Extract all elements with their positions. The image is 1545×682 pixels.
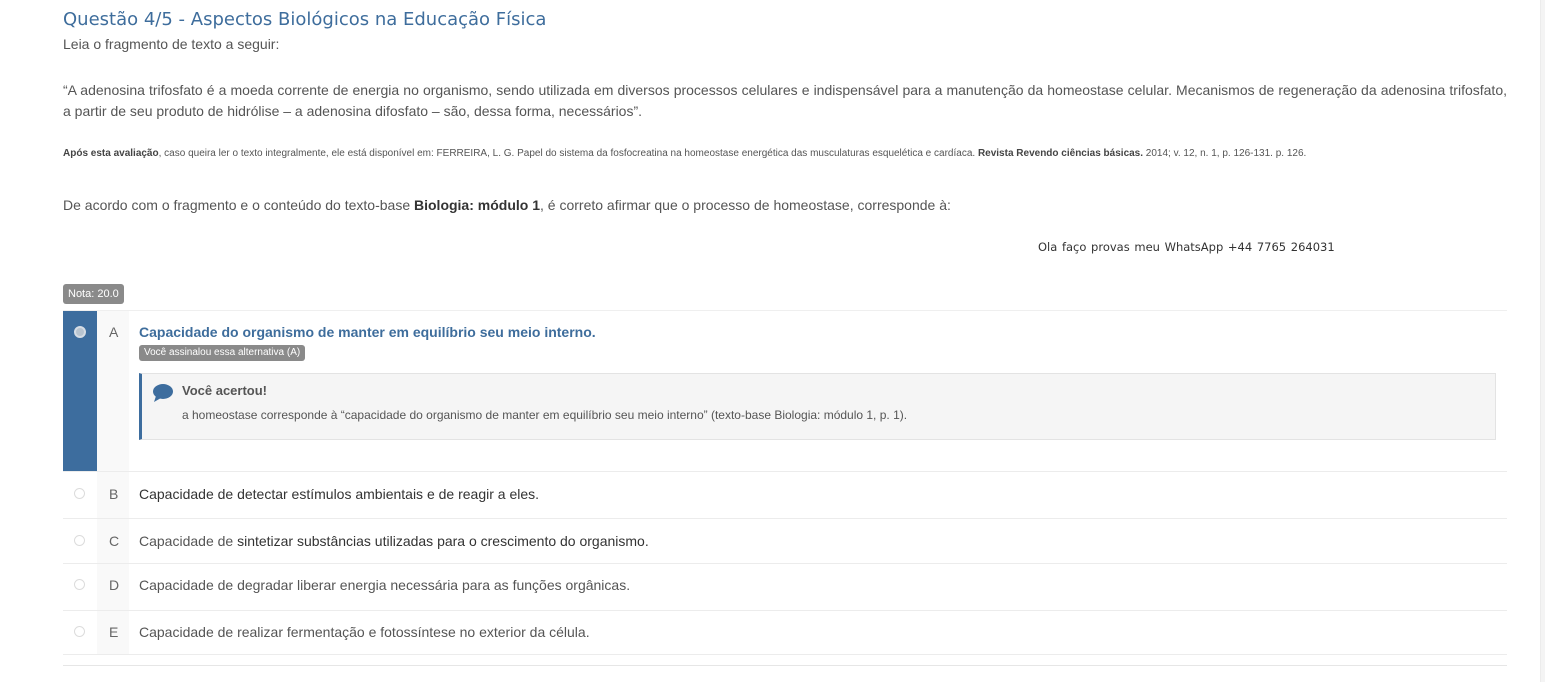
question-title: Questão 4/5 - Aspectos Biológicos na Edu… [63, 9, 547, 30]
alternative-e-text[interactable]: Capacidade de realizar fermentação e fot… [139, 624, 590, 640]
alternative-e[interactable]: E Capacidade de realizar fermentação e f… [63, 611, 1507, 654]
alternative-d-text[interactable]: Capacidade de degradar liberar energia n… [139, 577, 630, 593]
alternative-a[interactable]: A Capacidade do organismo de manter em e… [63, 311, 1507, 472]
alternative-c-content: Capacidade de sintetizar substâncias uti… [129, 519, 1507, 563]
alternative-c-text-a: Capacidade de [139, 533, 238, 549]
alternative-e-letter: E [109, 624, 119, 640]
radio-b[interactable] [74, 488, 85, 499]
alternatives-list: A Capacidade do organismo de manter em e… [63, 310, 1507, 655]
alternative-b-letter: B [109, 486, 119, 502]
alternative-a-content: Capacidade do organismo de manter em equ… [129, 311, 1507, 471]
alternative-c[interactable]: C Capacidade de sintetizar substâncias u… [63, 519, 1507, 564]
alternative-d-marker [63, 564, 97, 610]
alternative-a-marker [63, 311, 97, 471]
feedback-text: a homeostase corresponde à “capacidade d… [182, 408, 908, 422]
prompt-bold: Biologia: módulo 1 [414, 197, 540, 213]
alternative-c-text[interactable]: Capacidade de sintetizar substâncias uti… [139, 533, 649, 549]
alternative-c-letter-cell: C [97, 519, 129, 563]
alternative-c-letter: C [109, 533, 120, 549]
citation-text: , caso queira ler o texto integralmente,… [158, 148, 978, 159]
citation-source: Revista Revendo ciências básicas. [977, 148, 1144, 159]
alternative-d-letter-cell: D [97, 564, 129, 610]
alternative-d-content: Capacidade de degradar liberar energia n… [129, 564, 1507, 610]
divider [63, 665, 1507, 666]
radio-e[interactable] [74, 626, 85, 637]
radio-a[interactable] [74, 326, 86, 338]
alternative-b-text[interactable]: Capacidade de detectar estímulos ambient… [139, 486, 539, 502]
alternative-c-marker [63, 519, 97, 563]
promo-text: Ola faço provas meu WhatsApp +44 7765 26… [1038, 240, 1335, 254]
alternative-b-marker [63, 472, 97, 518]
alternative-d-letter: D [109, 577, 120, 593]
radio-c[interactable] [74, 535, 85, 546]
alternative-e-content: Capacidade de realizar fermentação e fot… [129, 611, 1507, 654]
prompt-after: , é correto afirmar que o processo de ho… [540, 197, 951, 213]
speech-bubble-icon [153, 384, 173, 402]
alternative-e-marker [63, 611, 97, 654]
question-quote: “A adenosina trifosfato é a moeda corren… [63, 82, 1507, 119]
alternative-a-text[interactable]: Capacidade do organismo de manter em equ… [139, 324, 596, 340]
citation-tail: 2014; v. 12, n. 1, p. 126-131. p. 126. [1143, 148, 1307, 159]
alternative-e-letter-cell: E [97, 611, 129, 654]
scrollbar-track[interactable] [1540, 0, 1545, 682]
alternative-d[interactable]: D Capacidade de degradar liberar energia… [63, 564, 1507, 611]
alternative-a-letter-cell: A [97, 311, 129, 471]
alternative-b-content: Capacidade de detectar estímulos ambient… [129, 472, 1507, 518]
prompt-before: De acordo com o fragmento e o conteúdo d… [63, 197, 414, 213]
feedback-title: Você acertou! [182, 383, 268, 398]
citation-lead: Após esta avaliação [63, 148, 159, 159]
alternative-b[interactable]: B Capacidade de detectar estímulos ambie… [63, 472, 1507, 519]
marked-badge: Você assinalou essa alternativa (A) [139, 345, 306, 361]
radio-d[interactable] [74, 579, 85, 590]
alternative-b-letter-cell: B [97, 472, 129, 518]
feedback-box: Você acertou! a homeostase corresponde à… [139, 373, 1496, 440]
question-intro: Leia o fragmento de texto a seguir: [63, 36, 280, 52]
alternative-c-text-b: sintetizar substâncias utilizadas para o… [237, 533, 649, 549]
grade-badge: Nota: 20.0 [63, 284, 124, 304]
question-prompt: De acordo com o fragmento e o conteúdo d… [63, 197, 951, 213]
citation: Após esta avaliação, caso queira ler o t… [63, 148, 1306, 159]
alternative-a-letter: A [109, 324, 119, 340]
